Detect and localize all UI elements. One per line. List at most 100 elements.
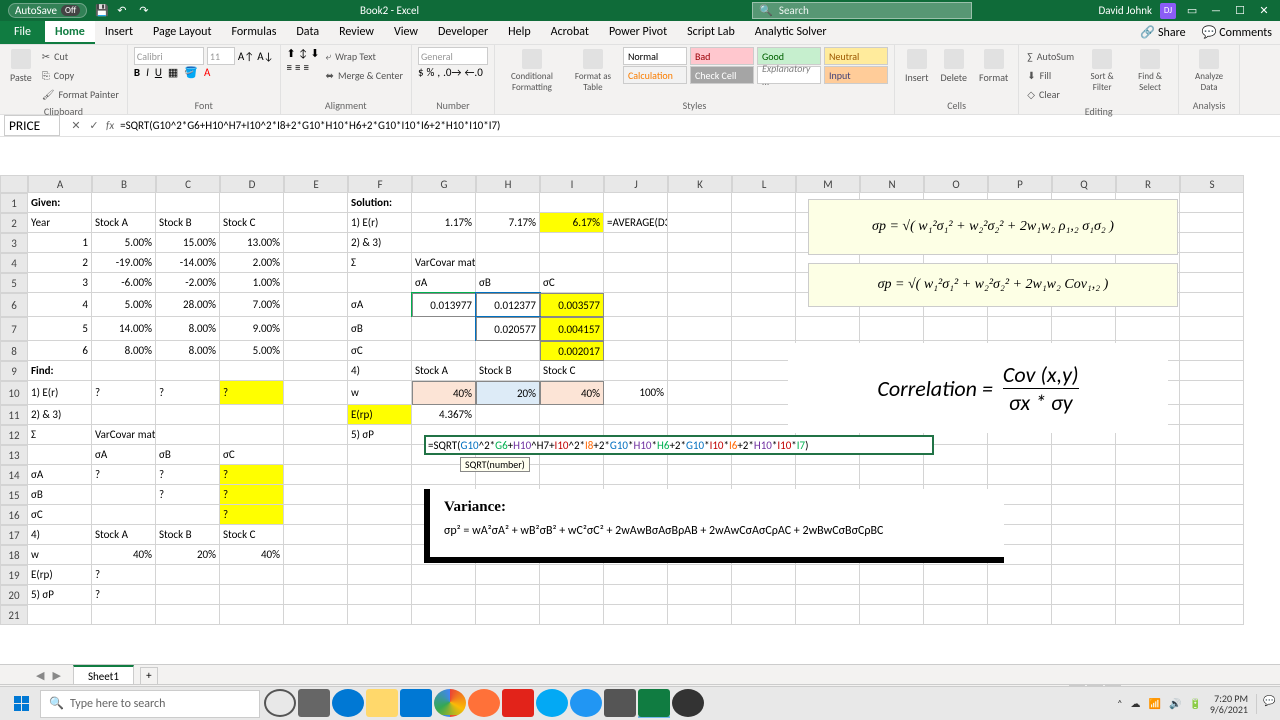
cell-C8[interactable]: 8.00% — [156, 341, 220, 361]
row-header-1[interactable]: 1 — [0, 193, 28, 213]
decrease-font-icon[interactable]: A↓ — [257, 50, 273, 63]
cell-N19[interactable] — [860, 565, 924, 585]
cell-M21[interactable] — [796, 605, 860, 625]
cell-S17[interactable] — [1180, 525, 1244, 545]
notifications-icon[interactable]: 💬 — [1256, 694, 1276, 714]
cell-E2[interactable] — [284, 213, 348, 233]
cell-S8[interactable] — [1180, 341, 1244, 361]
cell-B16[interactable] — [92, 505, 156, 525]
cell-B6[interactable]: 5.00% — [92, 293, 156, 317]
cell-F15[interactable] — [348, 485, 412, 505]
sort-filter-button[interactable]: Sort & Filter — [1080, 47, 1124, 103]
row-header-16[interactable]: 16 — [0, 505, 28, 525]
cell-A11[interactable]: 2) & 3) — [28, 405, 92, 425]
cell-R20[interactable] — [1116, 585, 1180, 605]
cell-B1[interactable] — [92, 193, 156, 213]
tab-acrobat[interactable]: Acrobat — [541, 21, 599, 44]
cell-D7[interactable]: 9.00% — [220, 317, 284, 341]
cell-F16[interactable] — [348, 505, 412, 525]
cell-A18[interactable]: w — [28, 545, 92, 565]
row-header-8[interactable]: 8 — [0, 341, 28, 361]
cell-C12[interactable] — [156, 425, 220, 445]
search-box[interactable]: 🔍 Search — [752, 2, 972, 19]
cell-E14[interactable] — [284, 465, 348, 485]
app-icon-4[interactable] — [604, 690, 636, 718]
cell-H8[interactable] — [476, 341, 540, 361]
cell-E18[interactable] — [284, 545, 348, 565]
cell-F19[interactable] — [348, 565, 412, 585]
cell-G6[interactable]: 0.013977 — [412, 293, 476, 317]
find-select-button[interactable]: Find & Select — [1128, 47, 1172, 103]
cell-I20[interactable] — [540, 585, 604, 605]
copy-button[interactable]: ⎘ Copy — [40, 66, 121, 84]
cancel-formula-icon[interactable]: ✕ — [68, 119, 84, 132]
cell-J14[interactable] — [604, 465, 668, 485]
cell-O7[interactable] — [924, 317, 988, 341]
comma-icon[interactable]: , — [437, 66, 440, 79]
underline-icon[interactable]: U — [155, 66, 162, 79]
cell-K3[interactable] — [668, 233, 732, 253]
cell-A6[interactable]: 4 — [28, 293, 92, 317]
cell-B10[interactable]: ? — [92, 381, 156, 405]
fill-button[interactable]: ⬇ Fill — [1025, 66, 1076, 84]
cell-D10[interactable]: ? — [220, 381, 284, 405]
cell-M14[interactable] — [796, 465, 860, 485]
mail-icon[interactable] — [400, 690, 432, 718]
autosave-toggle[interactable]: AutoSave Off — [8, 3, 87, 18]
cell-C15[interactable]: ? — [156, 485, 220, 505]
cell-E1[interactable] — [284, 193, 348, 213]
battery-icon[interactable]: 🔋 — [1189, 697, 1201, 710]
cell-E12[interactable] — [284, 425, 348, 445]
share-button[interactable]: 🔗 Share — [1132, 21, 1193, 44]
cell-E5[interactable] — [284, 273, 348, 293]
cell-G11[interactable]: 4.367% — [412, 405, 476, 425]
cell-F4[interactable]: Σ — [348, 253, 412, 273]
col-header-J[interactable]: J — [604, 175, 668, 193]
cell-B13[interactable]: σA — [92, 445, 156, 465]
cell-R21[interactable] — [1116, 605, 1180, 625]
align-middle-icon[interactable]: ↕ — [299, 47, 308, 60]
cell-D5[interactable]: 1.00% — [220, 273, 284, 293]
cell-N21[interactable] — [860, 605, 924, 625]
cell-K20[interactable] — [668, 585, 732, 605]
cell-B14[interactable]: ? — [92, 465, 156, 485]
cell-E20[interactable] — [284, 585, 348, 605]
cell-H4[interactable] — [476, 253, 540, 273]
cell-J7[interactable] — [604, 317, 668, 341]
tab-script-lab[interactable]: Script Lab — [677, 21, 745, 44]
italic-icon[interactable]: I — [146, 66, 149, 79]
cell-G1[interactable] — [412, 193, 476, 213]
cell-J2[interactable]: =AVERAGE(D3:D8) — [604, 213, 668, 233]
cell-N20[interactable] — [860, 585, 924, 605]
tab-developer[interactable]: Developer — [428, 21, 498, 44]
select-all-corner[interactable] — [0, 175, 28, 193]
cell-I10[interactable]: 40% — [540, 381, 604, 405]
ribbon-options-icon[interactable]: ▭ — [1180, 0, 1204, 21]
cell-D21[interactable] — [220, 605, 284, 625]
cell-D4[interactable]: 2.00% — [220, 253, 284, 273]
cortana-icon[interactable] — [264, 690, 296, 718]
col-header-S[interactable]: S — [1180, 175, 1244, 193]
style-neutral[interactable]: Neutral — [824, 47, 888, 65]
cell-F21[interactable] — [348, 605, 412, 625]
cell-R15[interactable] — [1116, 485, 1180, 505]
cell-I11[interactable] — [540, 405, 604, 425]
cell-L3[interactable] — [732, 233, 796, 253]
tab-data[interactable]: Data — [286, 21, 329, 44]
cell-S6[interactable] — [1180, 293, 1244, 317]
cell-Q17[interactable] — [1052, 525, 1116, 545]
cell-J5[interactable] — [604, 273, 668, 293]
cell-S13[interactable] — [1180, 445, 1244, 465]
cell-A16[interactable]: σC — [28, 505, 92, 525]
clock[interactable]: 7:20 PM 9/6/2021 — [1210, 693, 1248, 715]
row-header-19[interactable]: 19 — [0, 565, 28, 585]
cell-S2[interactable] — [1180, 213, 1244, 233]
cell-E3[interactable] — [284, 233, 348, 253]
tab-power-pivot[interactable]: Power Pivot — [599, 21, 677, 44]
excel-icon[interactable] — [638, 690, 670, 718]
cell-A4[interactable]: 2 — [28, 253, 92, 273]
row-header-20[interactable]: 20 — [0, 585, 28, 605]
cell-D20[interactable] — [220, 585, 284, 605]
delete-cells-button[interactable]: Delete — [936, 47, 971, 97]
cell-A21[interactable] — [28, 605, 92, 625]
